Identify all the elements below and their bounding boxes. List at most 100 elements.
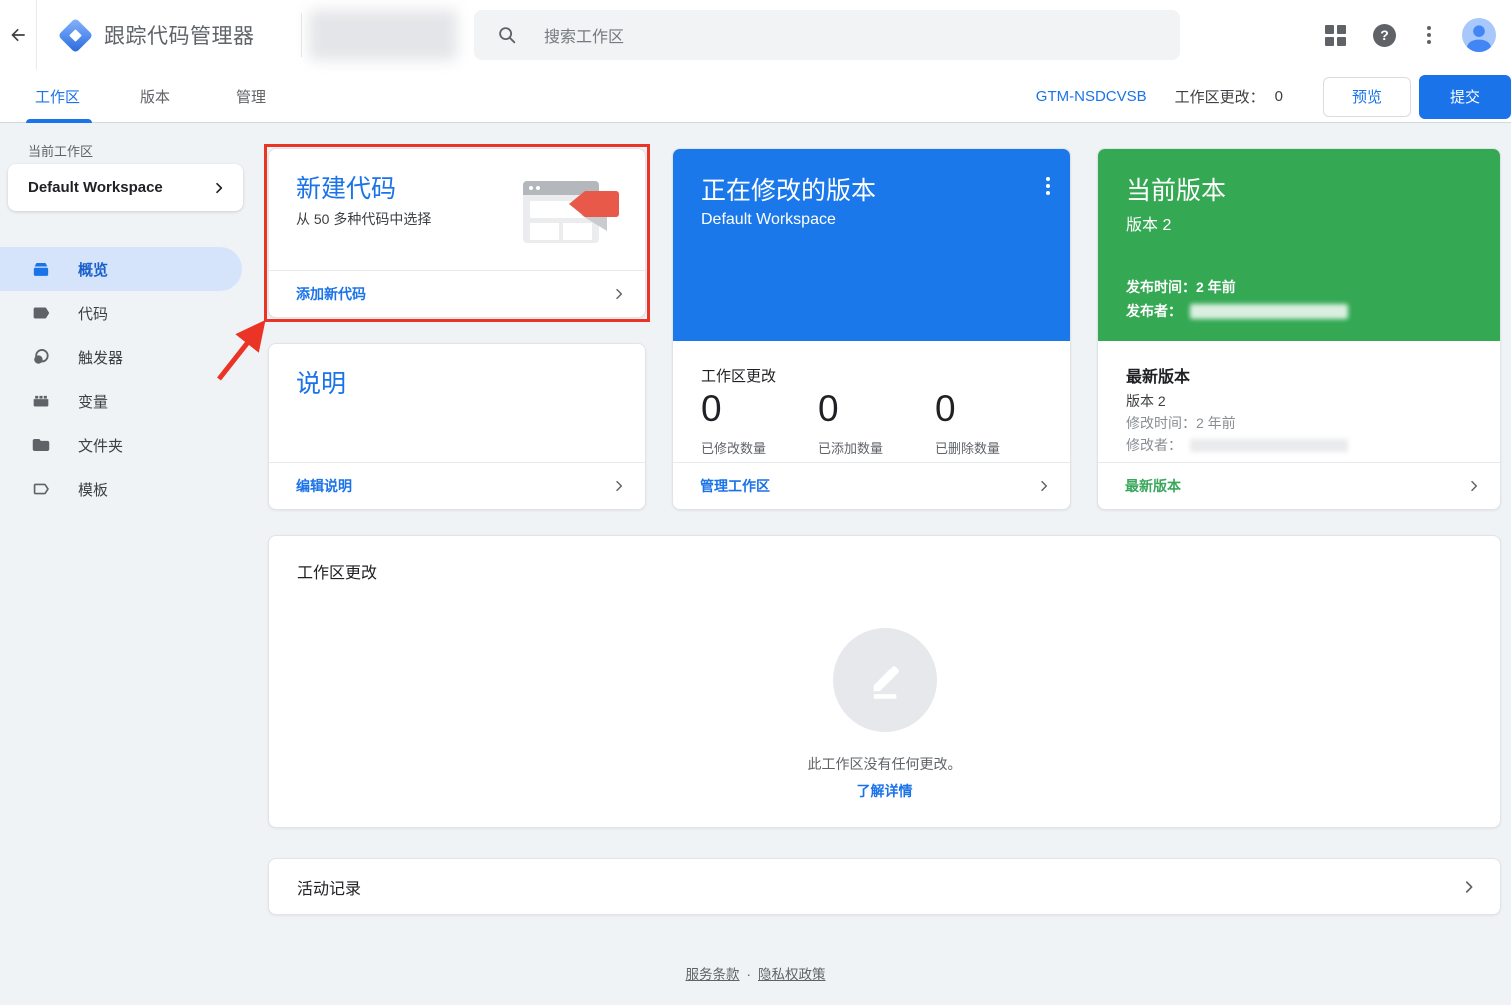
submit-button[interactable]: 提交 (1419, 75, 1511, 119)
tag-illustration (523, 177, 619, 243)
edit-description-button[interactable]: 编辑说明 (269, 462, 645, 509)
chevron-right-icon (1036, 478, 1052, 494)
stat-added: 0 已添加数量 (818, 389, 935, 457)
footer-separator: · (747, 967, 752, 982)
manage-workspace-label: 管理工作区 (700, 476, 770, 496)
new-tag-subtitle: 从 50 多种代码中选择 (296, 209, 431, 229)
empty-state-text: 此工作区没有任何更改。 (269, 754, 1500, 774)
stat-modified-value: 0 (701, 389, 818, 430)
stat-modified: 0 已修改数量 (701, 389, 818, 457)
workspace-changes-count: 0 (1275, 88, 1283, 105)
modified-time: 修改时间：2 年前 (1126, 413, 1236, 433)
activity-history-card[interactable]: 活动记录 (268, 858, 1501, 915)
manage-workspace-button[interactable]: 管理工作区 (673, 462, 1070, 509)
tab-versions[interactable]: 版本 (140, 70, 170, 123)
tab-admin-label: 管理 (236, 86, 266, 107)
template-icon (30, 478, 52, 500)
modifier-label: 修改者： (1126, 435, 1182, 455)
tab-workspace[interactable]: 工作区 (35, 70, 80, 123)
sidebar-item-label: 模板 (78, 479, 108, 500)
changes-stats: 0 已修改数量 0 已添加数量 0 已删除数量 (701, 389, 1052, 457)
tab-workspace-label: 工作区 (35, 86, 80, 107)
tabbar-actions: GTM-NSDCVSB 工作区更改： 0 预览 提交 (1036, 70, 1511, 123)
stat-deleted-value: 0 (935, 389, 1052, 430)
redacted-modifier (1190, 439, 1348, 452)
redacted-account-name (309, 10, 457, 60)
redacted-publisher (1190, 304, 1348, 319)
more-options-icon[interactable] (1423, 22, 1435, 48)
container-id-link[interactable]: GTM-NSDCVSB (1036, 88, 1147, 105)
chevron-right-icon (211, 180, 227, 196)
publisher-row: 发布者： (1126, 301, 1348, 321)
sidebar-menu: 概览 代码 触发器 变量 文件夹 (0, 247, 242, 511)
latest-version-label: 最新版本 (1125, 476, 1181, 496)
sidebar-item-templates[interactable]: 模板 (0, 467, 242, 511)
search-input[interactable]: 搜索工作区 (474, 10, 1180, 60)
stat-deleted: 0 已删除数量 (935, 389, 1052, 457)
published-time: 发布时间：2 年前 (1126, 277, 1236, 297)
edit-description-label: 编辑说明 (296, 476, 352, 496)
live-version-card: 当前版本 版本 2 发布时间：2 年前 发布者： 最新版本 版本 2 修改时间：… (1097, 148, 1501, 510)
latest-version-heading: 最新版本 (1126, 363, 1190, 387)
editing-version-header: 正在修改的版本 Default Workspace (673, 149, 1070, 341)
app-title: 跟踪代码管理器 (104, 0, 255, 70)
appbar-actions: ? (1325, 0, 1496, 70)
back-button[interactable] (0, 0, 37, 70)
sidebar-item-triggers[interactable]: 触发器 (0, 335, 242, 379)
activity-history-title: 活动记录 (297, 875, 361, 899)
description-card: 说明 编辑说明 (268, 343, 646, 510)
privacy-link[interactable]: 隐私权政策 (758, 967, 826, 982)
workspace-tabbar: 工作区 版本 管理 GTM-NSDCVSB 工作区更改： 0 预览 提交 (0, 70, 1511, 123)
sidebar-item-label: 概览 (78, 259, 108, 280)
workspace-changes-heading: 工作区更改 (701, 365, 776, 386)
sidebar-item-label: 代码 (78, 303, 108, 324)
stat-added-value: 0 (818, 389, 935, 430)
trigger-icon (30, 346, 52, 368)
sidebar-item-label: 触发器 (78, 347, 123, 368)
apps-grid-icon[interactable] (1325, 25, 1346, 46)
sidebar-item-label: 变量 (78, 391, 108, 412)
workspace-name: Default Workspace (28, 179, 163, 196)
latest-version-number: 版本 2 (1126, 391, 1166, 411)
publisher-label: 发布者： (1126, 301, 1182, 321)
workspace-changes-card: 工作区更改 此工作区没有任何更改。 了解详情 (268, 535, 1501, 828)
empty-state-circle (833, 628, 937, 732)
tab-versions-label: 版本 (140, 86, 170, 107)
latest-version-button[interactable]: 最新版本 (1098, 462, 1500, 509)
workspace-changes-label: 工作区更改： (1175, 86, 1265, 107)
terms-link[interactable]: 服务条款 (686, 967, 740, 982)
editing-version-card: 正在修改的版本 Default Workspace 工作区更改 0 已修改数量 … (672, 148, 1071, 510)
chevron-right-icon (611, 478, 627, 494)
editing-version-title: 正在修改的版本 (701, 171, 876, 207)
live-version-header: 当前版本 版本 2 发布时间：2 年前 发布者： (1098, 149, 1500, 341)
sidebar-item-variables[interactable]: 变量 (0, 379, 242, 423)
search-placeholder: 搜索工作区 (544, 23, 624, 47)
workspace-changes-title: 工作区更改 (297, 559, 377, 583)
help-icon[interactable]: ? (1373, 24, 1396, 47)
active-tab-underline (26, 119, 92, 123)
current-workspace-label: 当前工作区 (28, 141, 93, 160)
account-avatar[interactable] (1462, 18, 1496, 52)
description-title: 说明 (296, 364, 346, 400)
new-tag-card: 新建代码 从 50 多种代码中选择 添加新代码 (268, 148, 646, 318)
preview-button[interactable]: 预览 (1323, 77, 1411, 117)
chevron-right-icon (1466, 478, 1482, 494)
sidebar-item-label: 文件夹 (78, 435, 123, 456)
sidebar-item-tags[interactable]: 代码 (0, 291, 242, 335)
tag-icon (30, 302, 52, 324)
tab-admin[interactable]: 管理 (236, 70, 266, 123)
back-arrow-icon (8, 25, 28, 45)
add-new-tag-button[interactable]: 添加新代码 (269, 270, 645, 317)
variables-icon (30, 390, 52, 412)
sidebar-item-overview[interactable]: 概览 (0, 247, 242, 291)
chevron-right-icon (611, 286, 627, 302)
stat-added-label: 已添加数量 (818, 438, 935, 457)
learn-more-link[interactable]: 了解详情 (269, 781, 1500, 801)
footer: 服务条款 · 隐私权政策 (0, 963, 1511, 983)
header-divider (301, 13, 302, 57)
overview-icon (30, 258, 52, 280)
editing-version-workspace: Default Workspace (701, 211, 836, 229)
sidebar-item-folders[interactable]: 文件夹 (0, 423, 242, 467)
workspace-selector[interactable]: Default Workspace (8, 164, 243, 211)
card-menu-icon[interactable] (1042, 173, 1054, 199)
